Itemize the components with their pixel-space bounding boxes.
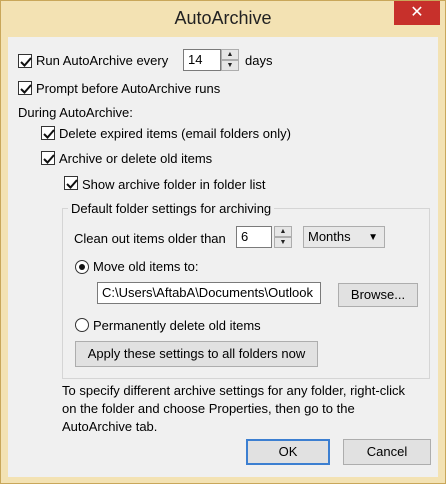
checkmark-icon xyxy=(43,129,55,139)
period-select[interactable]: Months ▼ xyxy=(303,226,385,248)
info-text: To specify different archive settings fo… xyxy=(62,383,405,434)
checkmark-icon xyxy=(20,57,32,67)
archive-old-checkbox[interactable] xyxy=(41,151,55,165)
browse-button[interactable]: Browse... xyxy=(338,283,418,307)
chevron-down-icon: ▼ xyxy=(368,232,378,243)
run-days-unit: days xyxy=(245,53,273,68)
cancel-button[interactable]: Cancel xyxy=(343,439,431,465)
window-title: AutoArchive xyxy=(174,8,272,28)
clean-out-spinner[interactable]: ▲ ▼ xyxy=(274,226,292,248)
autoarchive-dialog: AutoArchive ✕ Run AutoArchive every 14 ▲… xyxy=(0,0,446,484)
run-autoarchive-checkbox[interactable] xyxy=(18,54,32,68)
checkmark-icon xyxy=(43,154,55,164)
spin-up-icon[interactable]: ▲ xyxy=(274,226,292,237)
archive-old-label: Archive or delete old items xyxy=(59,151,213,166)
show-folder-label: Show archive folder in folder list xyxy=(82,177,266,192)
ok-button[interactable]: OK xyxy=(246,439,330,465)
prompt-before-label: Prompt before AutoArchive runs xyxy=(36,81,221,96)
spin-down-icon[interactable]: ▼ xyxy=(274,237,292,248)
run-days-input[interactable]: 14 xyxy=(183,49,221,71)
clean-out-label: Clean out items older than xyxy=(74,231,226,246)
checkmark-icon xyxy=(66,179,78,189)
permanently-delete-radio[interactable] xyxy=(75,318,89,332)
title-bar: AutoArchive ✕ xyxy=(1,1,445,37)
run-days-spinner[interactable]: ▲ ▼ xyxy=(221,49,239,71)
move-old-items-label: Move old items to: xyxy=(93,259,199,274)
period-select-value: Months xyxy=(308,229,351,244)
default-folder-settings-title: Default folder settings for archiving xyxy=(68,201,275,217)
permanently-delete-label: Permanently delete old items xyxy=(93,318,261,333)
dialog-client-area: Run AutoArchive every 14 ▲ ▼ days Prompt… xyxy=(8,37,438,477)
close-icon: ✕ xyxy=(410,4,424,21)
clean-out-input[interactable]: 6 xyxy=(236,226,272,248)
archive-path-input[interactable]: C:\Users\AftabA\Documents\Outlook xyxy=(97,282,321,304)
delete-expired-checkbox[interactable] xyxy=(41,126,55,140)
apply-all-folders-button[interactable]: Apply these settings to all folders now xyxy=(75,341,318,367)
spin-down-icon[interactable]: ▼ xyxy=(221,60,239,71)
prompt-before-checkbox[interactable] xyxy=(18,81,32,95)
close-button[interactable]: ✕ xyxy=(394,1,440,25)
checkmark-icon xyxy=(20,84,32,94)
during-autoarchive-heading: During AutoArchive: xyxy=(18,105,133,120)
spin-up-icon[interactable]: ▲ xyxy=(221,49,239,60)
delete-expired-label: Delete expired items (email folders only… xyxy=(59,126,291,141)
radio-selected-dot xyxy=(79,264,85,270)
show-folder-checkbox[interactable] xyxy=(64,176,78,190)
move-old-items-radio[interactable] xyxy=(75,260,89,274)
run-autoarchive-label: Run AutoArchive every xyxy=(36,53,169,68)
